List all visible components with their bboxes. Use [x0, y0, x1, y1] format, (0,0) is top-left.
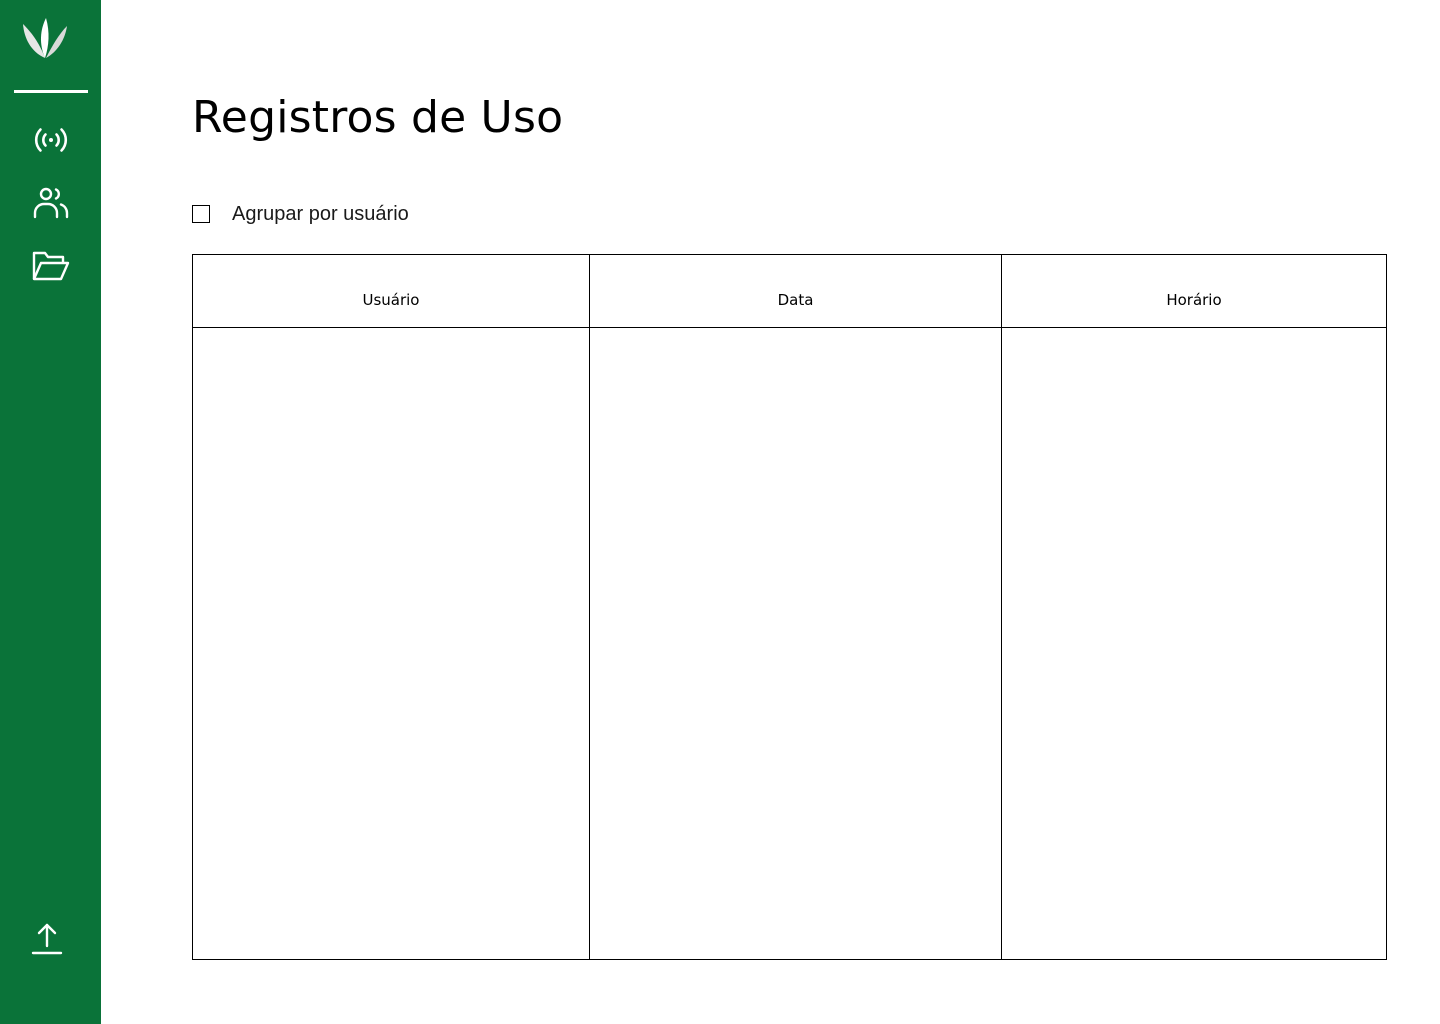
broadcast-icon: [31, 120, 71, 164]
sidebar-divider: [14, 90, 88, 93]
folder-open-icon: [31, 245, 71, 289]
column-header-time[interactable]: Horário: [1002, 255, 1386, 328]
sidebar-item-users[interactable]: [30, 184, 72, 226]
page-title: Registros de Uso: [192, 92, 564, 143]
app-root: Registros de Uso Agrupar por usuário Usu…: [0, 0, 1440, 1024]
sidebar: [0, 0, 101, 1024]
users-icon: [31, 183, 71, 227]
group-by-user-label: Agrupar por usuário: [232, 202, 409, 225]
main-content: Registros de Uso Agrupar por usuário Usu…: [101, 0, 1440, 1024]
upload-icon: [27, 919, 67, 963]
column-body-user: [193, 328, 590, 959]
column-body-date: [590, 328, 1002, 959]
column-header-user[interactable]: Usuário: [193, 255, 590, 328]
usage-log-table: Usuário Data Horário: [192, 254, 1387, 960]
sidebar-item-files[interactable]: [30, 246, 72, 288]
group-by-user-option[interactable]: Agrupar por usuário: [192, 202, 409, 226]
leaf-logo[interactable]: [21, 16, 69, 62]
upload-button[interactable]: [26, 920, 68, 962]
column-body-time: [1002, 328, 1386, 959]
group-by-user-checkbox[interactable]: [192, 205, 210, 223]
sidebar-item-live[interactable]: [30, 121, 72, 163]
column-header-date[interactable]: Data: [590, 255, 1002, 328]
